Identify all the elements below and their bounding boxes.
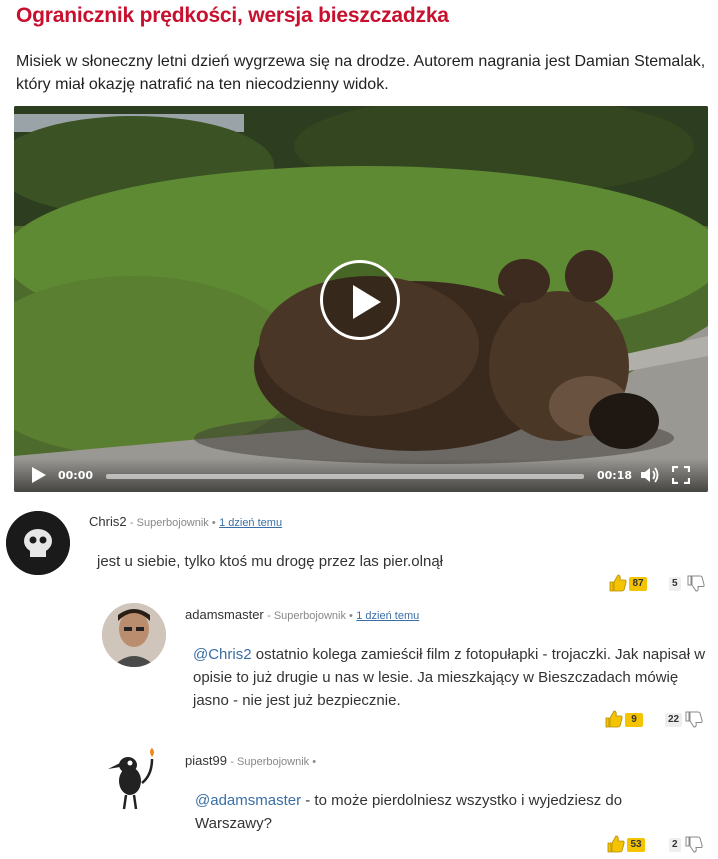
comment-text: @Chris2 ostatnio kolega zamieścił film z… bbox=[193, 643, 708, 712]
downvote-count: 22 bbox=[665, 713, 683, 727]
comment-author[interactable]: Chris2 bbox=[89, 514, 127, 529]
play-icon bbox=[353, 285, 381, 319]
mention-link[interactable]: @Chris2 bbox=[193, 646, 252, 663]
comment-rank: - Superbojownik bbox=[230, 756, 310, 768]
play-button[interactable] bbox=[320, 260, 400, 340]
comment: Chris2 - Superbojownik • 1 dzień temu je… bbox=[0, 505, 718, 597]
thumbs-up-icon[interactable] bbox=[609, 574, 627, 592]
comment-meta: adamsmaster - Superbojownik • 1 dzień te… bbox=[185, 607, 419, 622]
separator: • bbox=[349, 610, 353, 622]
upvote-count: 87 bbox=[629, 577, 647, 591]
thumbs-up-icon[interactable] bbox=[607, 835, 625, 853]
volume-icon[interactable] bbox=[640, 466, 660, 484]
control-play-icon[interactable] bbox=[32, 467, 46, 483]
avatar[interactable] bbox=[102, 603, 166, 667]
skull-icon bbox=[6, 511, 70, 575]
thumbs-down-icon[interactable] bbox=[687, 574, 705, 592]
comment-time[interactable]: 1 dzień temu bbox=[356, 610, 419, 622]
separator: • bbox=[211, 517, 216, 529]
video-controls: 00:00 00:18 bbox=[14, 458, 708, 492]
upvote-count: 9 bbox=[625, 713, 643, 727]
thumbs-up-icon[interactable] bbox=[605, 710, 623, 728]
comment-author[interactable]: piast99 bbox=[185, 753, 227, 768]
comment: piast99 - Superbojownik • @adamsmaster -… bbox=[0, 745, 718, 859]
progress-bar[interactable] bbox=[106, 474, 584, 479]
comment-votes: 53 2 bbox=[607, 835, 707, 855]
comment-text: jest u siebie, tylko ktoś mu drogę przez… bbox=[97, 553, 444, 570]
comment-rank: - Superbojownik bbox=[267, 610, 346, 622]
user-photo-icon bbox=[102, 603, 166, 667]
article-title[interactable]: Ogranicznik prędkości, wersja bieszczadz… bbox=[16, 4, 449, 28]
comment-meta: Chris2 - Superbojownik • 1 dzień temu bbox=[89, 514, 282, 529]
article-lead: Misiek w słoneczny letni dzień wygrzewa … bbox=[16, 53, 706, 93]
comment-votes: 87 5 bbox=[609, 574, 709, 594]
mention-link[interactable]: @adamsmaster bbox=[195, 792, 301, 809]
fullscreen-icon[interactable] bbox=[672, 466, 690, 484]
comment-votes: 9 22 bbox=[605, 710, 705, 730]
comment-meta: piast99 - Superbojownik • bbox=[185, 753, 316, 768]
separator: • bbox=[312, 756, 317, 768]
avatar[interactable] bbox=[6, 511, 70, 575]
upvote-count: 53 bbox=[627, 838, 645, 852]
thumbs-down-icon[interactable] bbox=[685, 710, 703, 728]
thumbs-down-icon[interactable] bbox=[685, 835, 703, 853]
comment-text: @adamsmaster - to może pierdolniesz wszy… bbox=[195, 789, 655, 835]
creature-icon bbox=[108, 748, 154, 810]
avatar[interactable] bbox=[102, 747, 166, 811]
comment-time[interactable]: 1 dzień temu bbox=[219, 517, 282, 529]
comment-body: ostatnio kolega zamieścił film z fotopuł… bbox=[193, 646, 706, 709]
comment: adamsmaster - Superbojownik • 1 dzień te… bbox=[0, 597, 718, 737]
comment-author[interactable]: adamsmaster bbox=[185, 607, 264, 622]
downvote-count: 2 bbox=[669, 838, 681, 852]
comment-rank: - Superbojownik bbox=[129, 517, 209, 529]
downvote-count: 5 bbox=[669, 577, 681, 591]
current-time: 00:00 bbox=[58, 469, 94, 482]
video-player[interactable]: 00:00 00:18 bbox=[14, 106, 708, 492]
duration: 00:18 bbox=[597, 469, 633, 482]
